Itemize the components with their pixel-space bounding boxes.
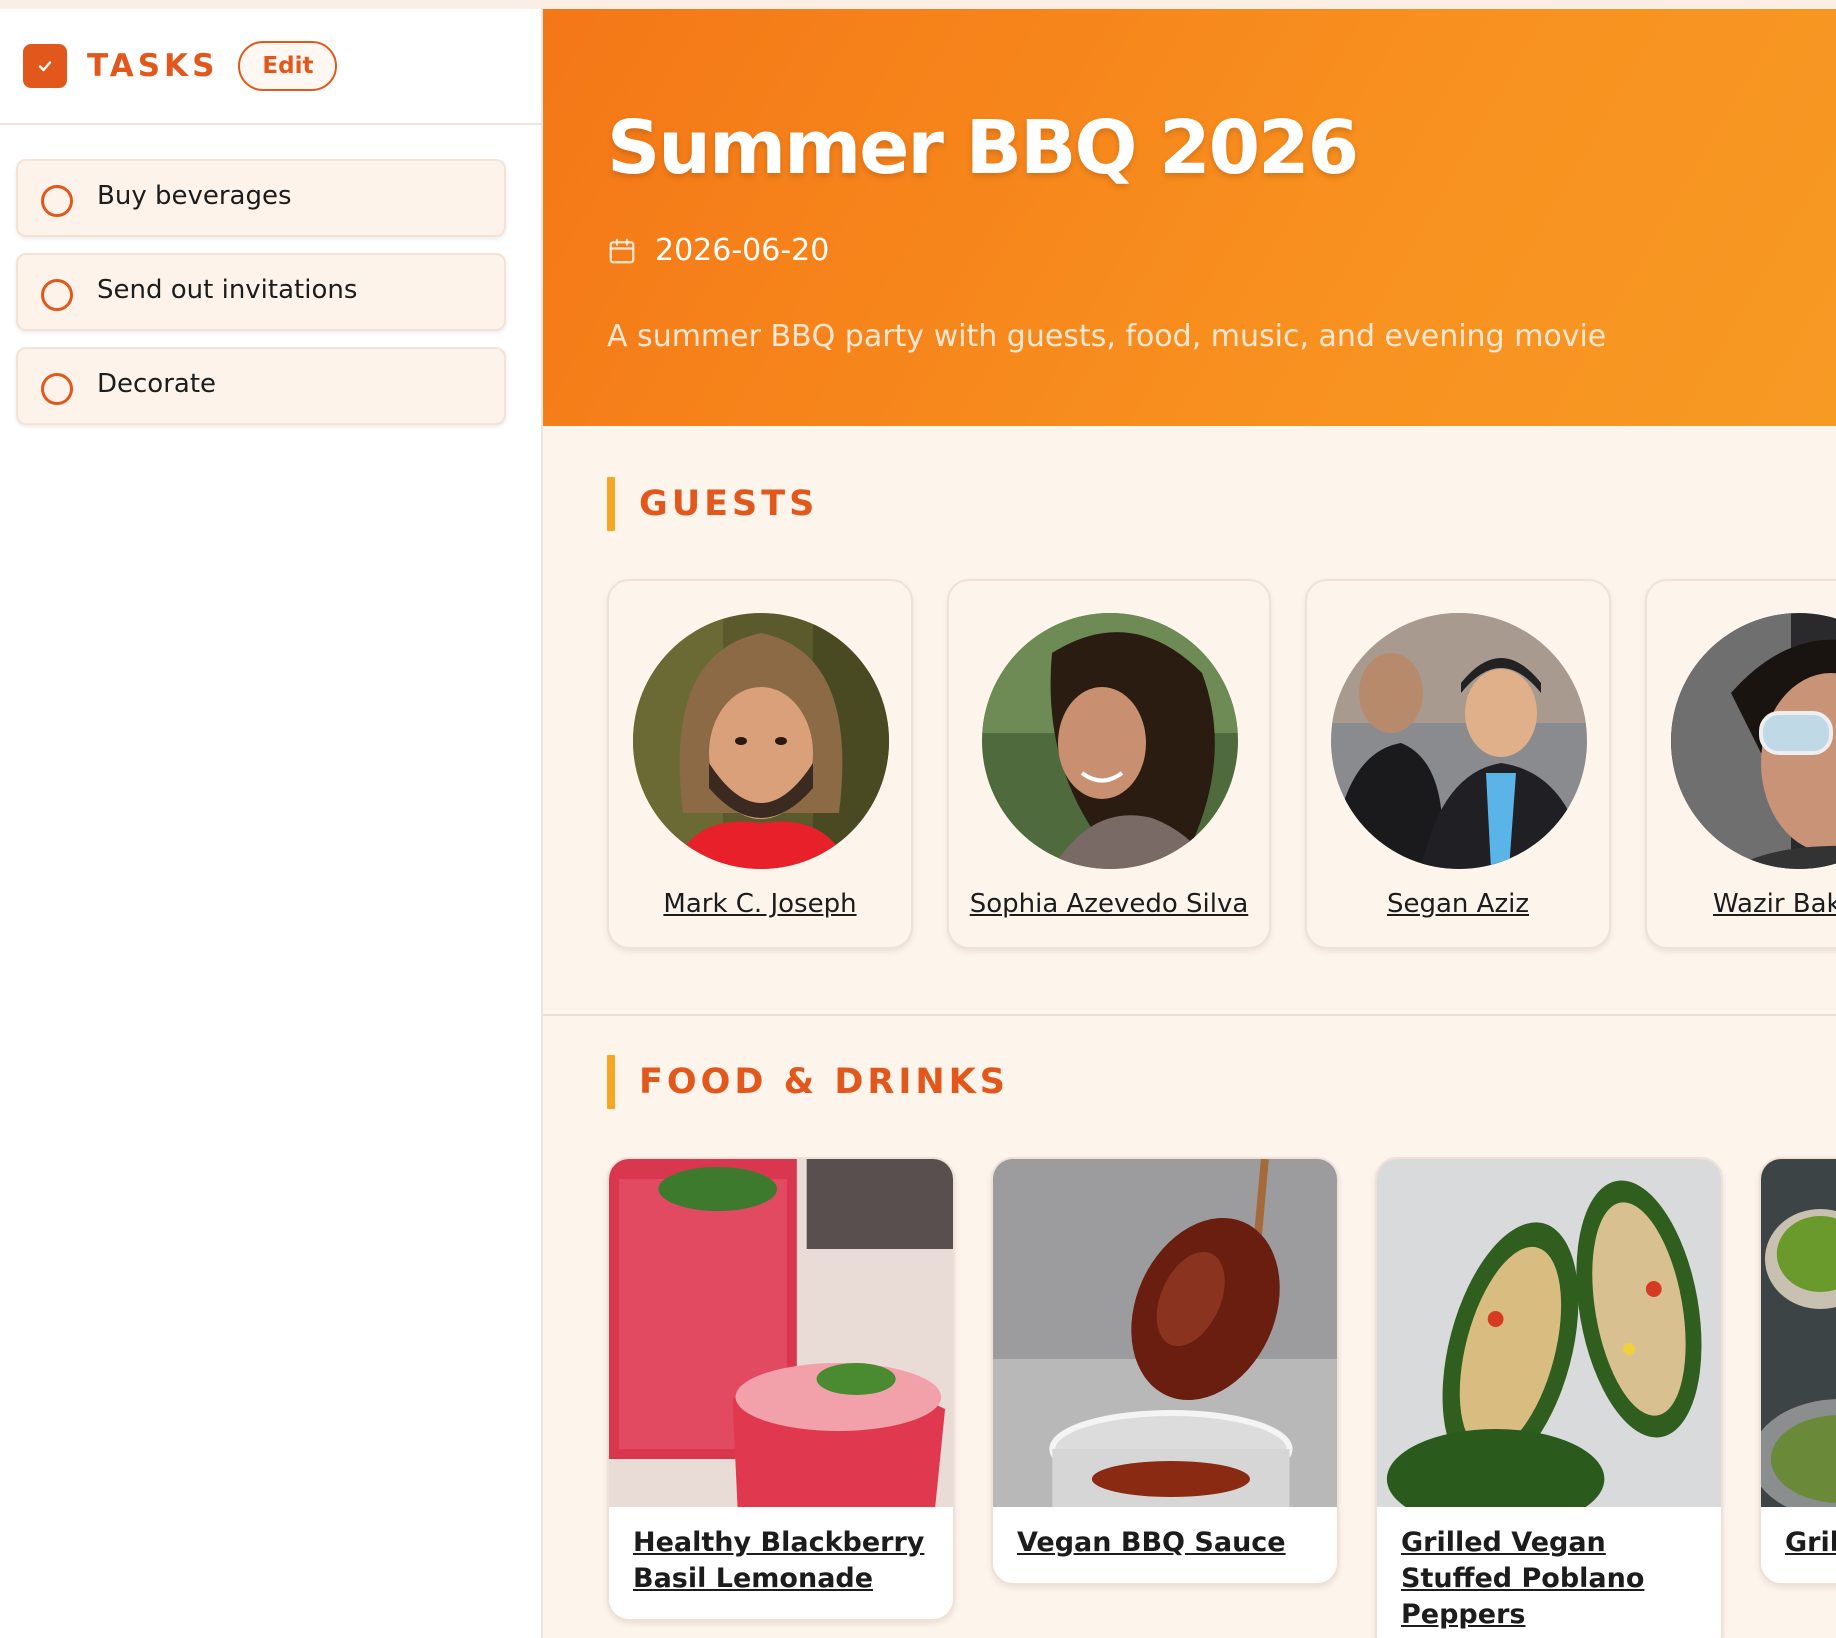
- food-drinks-heading: FOOD & DRINKS: [607, 1055, 1009, 1109]
- event-date-row: 2026-06-20: [607, 233, 829, 268]
- tasks-sidebar: TASKS Edit Buy beverages Send out invita…: [0, 9, 543, 1638]
- food-card[interactable]: Vegan BBQ Sauce: [991, 1157, 1339, 1585]
- event-title: Summer BBQ 2026: [607, 105, 1359, 191]
- event-date: 2026-06-20: [655, 233, 830, 268]
- task-status-circle-icon[interactable]: [41, 279, 73, 311]
- task-item-decorate[interactable]: Decorate: [16, 347, 506, 425]
- food-title-link[interactable]: Vegan BBQ Sauce: [993, 1507, 1337, 1583]
- task-status-circle-icon[interactable]: [41, 185, 73, 217]
- section-divider: [543, 1014, 1836, 1016]
- task-item-buy-beverages[interactable]: Buy beverages: [16, 159, 506, 237]
- guests-heading-text: GUESTS: [639, 484, 819, 524]
- calendar-icon: [609, 238, 635, 263]
- food-image: [1377, 1159, 1721, 1507]
- food-image: [993, 1159, 1337, 1507]
- guest-avatar: [1671, 613, 1836, 869]
- event-description: A summer BBQ party with guests, food, mu…: [607, 319, 1607, 354]
- guest-card[interactable]: Wazir Bakr M: [1645, 579, 1836, 949]
- guest-name-link[interactable]: Sophia Azevedo Silva: [949, 889, 1269, 919]
- food-image: [1761, 1159, 1836, 1507]
- guest-name-link[interactable]: Segan Aziz: [1307, 889, 1609, 919]
- guest-card[interactable]: Sophia Azevedo Silva: [947, 579, 1271, 949]
- edit-tasks-button[interactable]: Edit: [238, 41, 338, 91]
- guest-avatar: [982, 613, 1238, 869]
- task-item-send-invitations[interactable]: Send out invitations: [16, 253, 506, 331]
- food-card[interactable]: Grilled Vegan Stuffed Poblano Peppers: [1375, 1157, 1723, 1638]
- guest-name-link[interactable]: Mark C. Joseph: [609, 889, 911, 919]
- top-strip: [0, 0, 1836, 9]
- guest-card[interactable]: Mark C. Joseph: [607, 579, 913, 949]
- task-status-circle-icon[interactable]: [41, 373, 73, 405]
- guest-card[interactable]: Segan Aziz: [1305, 579, 1611, 949]
- tasks-header: TASKS Edit: [0, 9, 541, 125]
- food-list: Healthy Blackberry Basil Lemonade Vegan …: [607, 1157, 1836, 1638]
- heading-accent-bar: [607, 477, 615, 531]
- food-title-link[interactable]: Healthy Blackberry Basil Lemonade: [609, 1507, 953, 1619]
- food-drinks-heading-text: FOOD & DRINKS: [639, 1062, 1010, 1102]
- food-card[interactable]: Healthy Blackberry Basil Lemonade: [607, 1157, 955, 1621]
- guest-avatar: [633, 613, 889, 869]
- guests-heading: GUESTS: [607, 477, 818, 531]
- food-title-link[interactable]: Grilled Vegan Stuffed Poblano Peppers: [1377, 1507, 1721, 1638]
- food-title-link[interactable]: Grill: [1761, 1507, 1836, 1583]
- checkbox-checked-icon: [23, 44, 67, 88]
- tasks-title: TASKS: [87, 48, 219, 84]
- guest-avatar: [1331, 613, 1587, 869]
- guest-list: Mark C. Joseph Sophia Azevedo Silva Sega…: [607, 579, 1836, 949]
- event-main: Summer BBQ 2026 2026-06-20 A summer BBQ …: [543, 9, 1836, 1638]
- task-list: Buy beverages Send out invitations Decor…: [0, 125, 541, 425]
- heading-accent-bar: [607, 1055, 615, 1109]
- task-label: Send out invitations: [97, 275, 358, 305]
- event-hero: Summer BBQ 2026 2026-06-20 A summer BBQ …: [543, 9, 1836, 426]
- task-label: Buy beverages: [97, 181, 292, 211]
- task-label: Decorate: [97, 369, 217, 399]
- food-image: [609, 1159, 953, 1507]
- guest-name-link[interactable]: Wazir Bakr M: [1647, 889, 1836, 919]
- food-card[interactable]: Grill: [1759, 1157, 1836, 1585]
